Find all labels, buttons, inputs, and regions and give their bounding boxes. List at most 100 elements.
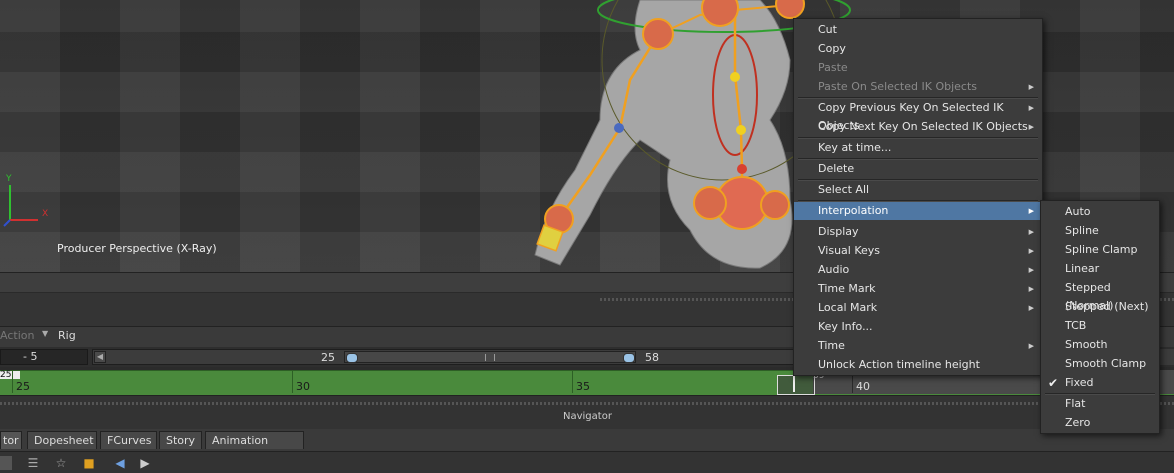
submenu-item-auto[interactable]: Auto xyxy=(1041,203,1159,221)
tab-story[interactable]: Story xyxy=(159,431,202,449)
tick-mark xyxy=(572,371,573,393)
menu-item-key-at-time[interactable]: Key at time... xyxy=(794,139,1042,157)
menu-item-label: Zero xyxy=(1065,416,1091,429)
star-filter-icon[interactable]: ☆ xyxy=(53,456,69,470)
menu-item-label: Local Mark xyxy=(818,301,878,314)
submenu-item-stepped-next[interactable]: Stepped (Next) xyxy=(1041,298,1159,316)
arrow-left-icon[interactable]: ◀ xyxy=(112,456,128,470)
menu-item-label: Fixed xyxy=(1065,376,1094,389)
menu-item-copy-prev-key[interactable]: Copy Previous Key On Selected IK Objects… xyxy=(794,99,1042,132)
range-start-handle[interactable] xyxy=(346,353,358,363)
tab-dopesheet[interactable]: Dopesheet xyxy=(27,431,97,449)
menu-item-label: TCB xyxy=(1065,319,1087,332)
menu-item-delete[interactable]: Delete xyxy=(794,160,1042,178)
menu-item-paste[interactable]: Paste xyxy=(794,59,1042,77)
action-dropdown[interactable]: Action ▼ xyxy=(0,329,52,343)
menu-item-label: Stepped (Next) xyxy=(1065,300,1149,313)
menu-item-label: Delete xyxy=(818,162,855,175)
menu-item-label: Auto xyxy=(1065,205,1091,218)
menu-item-label: Paste xyxy=(818,61,848,74)
submenu-arrow-icon: ▶ xyxy=(1028,228,1034,236)
grip-icon xyxy=(485,354,495,361)
menu-item-audio[interactable]: Audio ▶ xyxy=(794,261,1042,279)
tick-mark xyxy=(292,371,293,393)
scroll-thumb[interactable] xyxy=(344,351,636,363)
arrow-right-icon[interactable]: ▶ xyxy=(137,456,153,470)
menu-item-label: Key at time... xyxy=(818,141,892,154)
menu-item-display[interactable]: Display ▶ xyxy=(794,223,1042,241)
submenu-arrow-icon: ▶ xyxy=(1028,247,1034,255)
range-end-handle[interactable] xyxy=(623,353,635,363)
menu-item-label: Time xyxy=(818,339,845,352)
tick-label: 35 xyxy=(576,380,590,393)
resize-grip[interactable] xyxy=(0,402,1174,405)
submenu-item-flat[interactable]: Flat xyxy=(1041,395,1159,413)
menu-item-paste-on-ik[interactable]: Paste On Selected IK Objects ▶ xyxy=(794,78,1042,96)
menu-item-cut[interactable]: Cut xyxy=(794,21,1042,39)
chevron-down-icon: ▼ xyxy=(42,329,49,338)
menu-item-label: Flat xyxy=(1065,397,1086,410)
interpolation-submenu: Auto Spline Spline Clamp Linear Stepped … xyxy=(1040,200,1160,434)
tab-fcurves[interactable]: FCurves xyxy=(100,431,157,449)
playhead[interactable] xyxy=(777,372,815,395)
tick-label: 40 xyxy=(856,380,870,393)
menu-item-local-mark[interactable]: Local Mark ▶ xyxy=(794,299,1042,317)
menu-item-unlock-action-height[interactable]: Unlock Action timeline height xyxy=(794,356,1042,374)
menu-item-select-all[interactable]: Select All xyxy=(794,181,1042,199)
submenu-arrow-icon: ▶ xyxy=(1028,285,1034,293)
menu-item-label: Audio xyxy=(818,263,850,276)
menu-item-label: Smooth Clamp xyxy=(1065,357,1147,370)
submenu-arrow-icon: ▶ xyxy=(1028,342,1034,350)
submenu-arrow-icon: ▶ xyxy=(1028,304,1034,312)
submenu-item-stepped-normal[interactable]: Stepped (Normal) xyxy=(1041,279,1159,312)
rig-label: Rig xyxy=(58,329,76,342)
tab-animation-trigger[interactable]: Animation Trigger xyxy=(205,431,304,465)
x-axis-label: X xyxy=(42,209,49,219)
menu-item-label: Key Info... xyxy=(818,320,873,333)
submenu-arrow-icon: ▶ xyxy=(1028,104,1034,112)
menu-item-interpolation[interactable]: Interpolation ▶ xyxy=(794,202,1042,220)
context-menu: Cut Copy Paste Paste On Selected IK Obje… xyxy=(793,18,1043,376)
submenu-arrow-icon: ▶ xyxy=(1028,207,1034,215)
submenu-item-smooth[interactable]: Smooth xyxy=(1041,336,1159,354)
tab-editor[interactable]: tor xyxy=(0,431,22,449)
menu-item-label: Visual Keys xyxy=(818,244,881,257)
tick-label: 30 xyxy=(296,380,310,393)
menu-item-copy[interactable]: Copy xyxy=(794,40,1042,58)
menu-item-label: Select All xyxy=(818,183,870,196)
submenu-item-spline[interactable]: Spline xyxy=(1041,222,1159,240)
menu-item-label: Interpolation xyxy=(818,204,889,217)
menu-item-label: Spline Clamp xyxy=(1065,243,1138,256)
menu-item-visual-keys[interactable]: Visual Keys ▶ xyxy=(794,242,1042,260)
submenu-item-spline-clamp[interactable]: Spline Clamp xyxy=(1041,241,1159,259)
menu-item-label: Smooth xyxy=(1065,338,1108,351)
menu-item-label: Display xyxy=(818,225,859,238)
menu-item-time[interactable]: Time ▶ xyxy=(794,337,1042,355)
checkmark-icon: ✔ xyxy=(1048,376,1059,390)
frame-start-field[interactable]: - 5 xyxy=(0,349,88,365)
submenu-item-fixed[interactable]: ✔ Fixed xyxy=(1041,374,1159,392)
submenu-item-linear[interactable]: Linear xyxy=(1041,260,1159,278)
submenu-item-smooth-clamp[interactable]: Smooth Clamp xyxy=(1041,355,1159,373)
viewport-camera-label: Producer Perspective (X-Ray) xyxy=(57,242,217,255)
lock-icon[interactable]: ■ xyxy=(81,456,97,470)
panel-toggle-icon[interactable] xyxy=(0,456,12,470)
tick-mark xyxy=(12,371,13,393)
bottom-toolbar xyxy=(0,452,1174,473)
menu-item-time-mark[interactable]: Time Mark ▶ xyxy=(794,280,1042,298)
menu-item-label: Linear xyxy=(1065,262,1100,275)
navigator-label: Navigator xyxy=(563,411,612,422)
y-axis-label: Y xyxy=(6,174,12,184)
menu-item-copy-next-key[interactable]: Copy Next Key On Selected IK Objects ▶ xyxy=(794,118,1042,136)
menu-item-key-info[interactable]: Key Info... xyxy=(794,318,1042,336)
menu-item-label: Cut xyxy=(818,23,837,36)
current-frame-marker[interactable]: 25 xyxy=(0,371,20,380)
submenu-item-zero[interactable]: Zero xyxy=(1041,414,1159,432)
submenu-item-tcb[interactable]: TCB xyxy=(1041,317,1159,335)
menu-item-label: Spline xyxy=(1065,224,1099,237)
submenu-arrow-icon: ▶ xyxy=(1028,266,1034,274)
list-icon[interactable]: ☰ xyxy=(25,456,41,470)
menu-item-label: Copy xyxy=(818,42,846,55)
scroll-range-end: 58 xyxy=(645,351,659,364)
scroll-left-arrow-icon[interactable]: ◀ xyxy=(94,351,106,363)
